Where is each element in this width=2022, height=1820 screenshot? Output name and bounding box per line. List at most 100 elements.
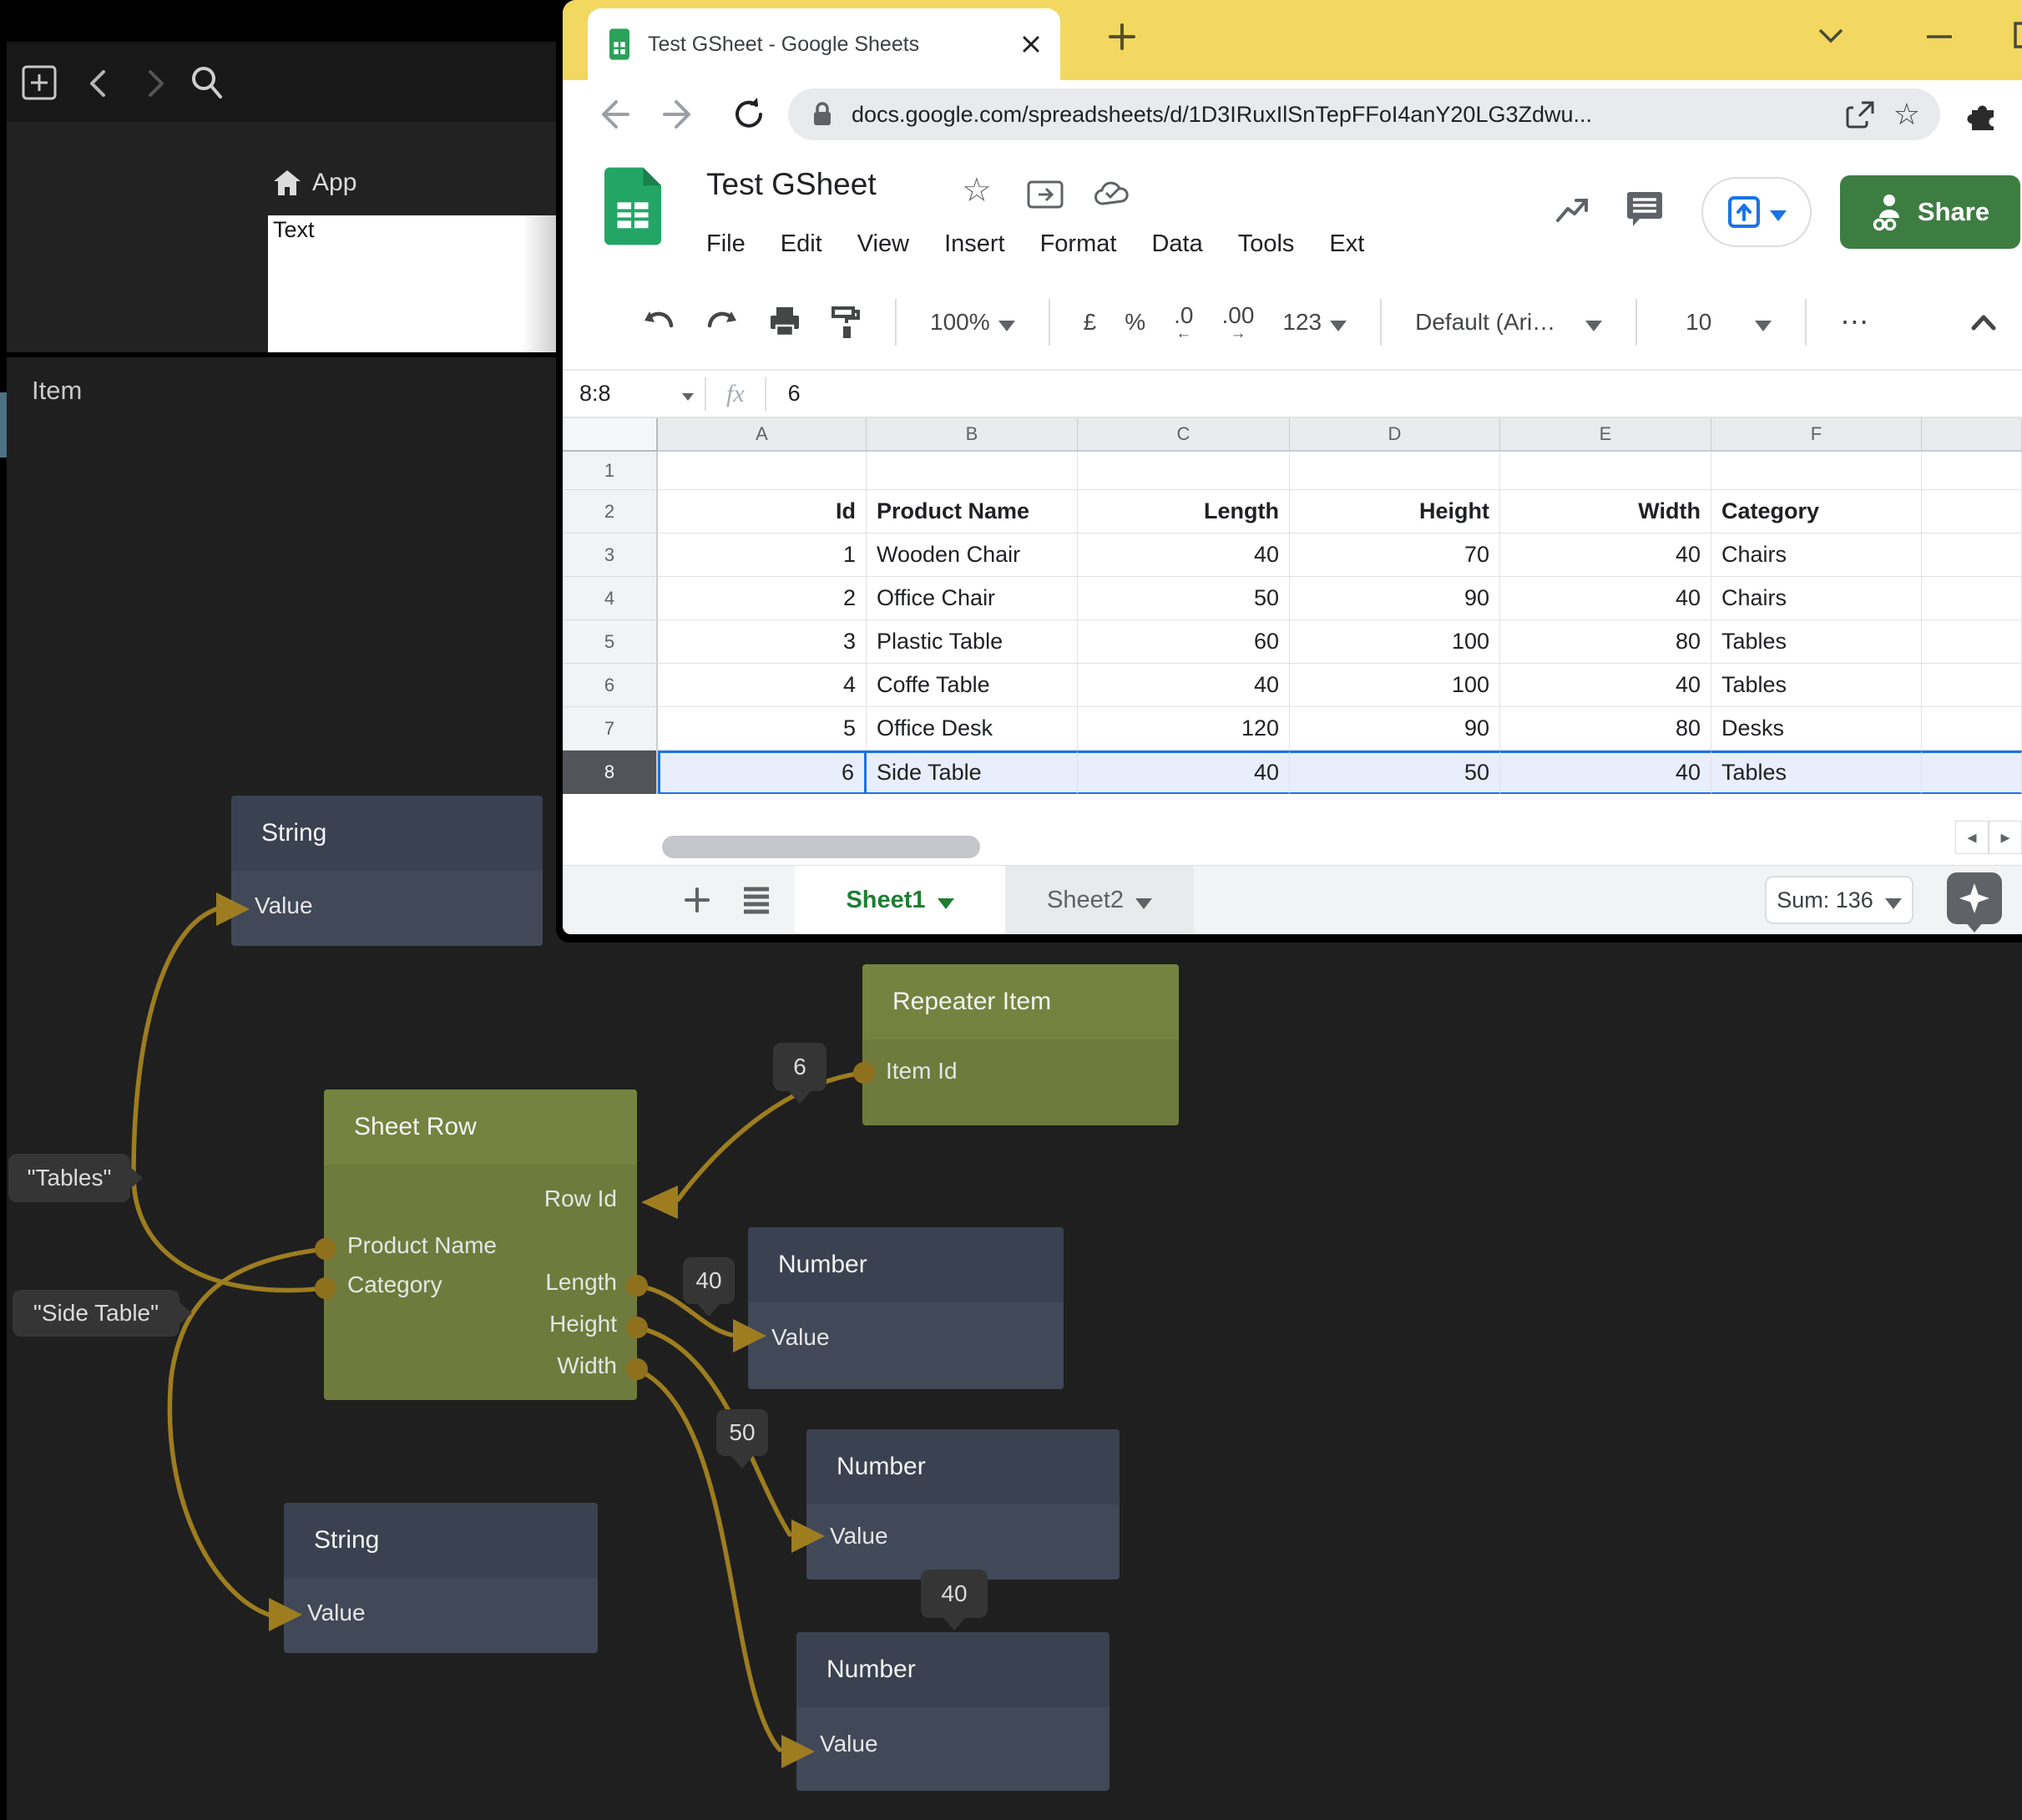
port-length[interactable]: Length: [545, 1269, 617, 1296]
grid-cell[interactable]: Category: [1711, 490, 1922, 533]
grid-cell[interactable]: 70: [1290, 533, 1500, 577]
undo-icon[interactable]: [641, 307, 676, 337]
row-header-2[interactable]: 2: [563, 490, 658, 533]
menu-file[interactable]: File: [706, 230, 746, 258]
grid-cell[interactable]: Id: [658, 490, 867, 533]
row-header-7[interactable]: 7: [563, 707, 658, 751]
grid-cell[interactable]: 60: [1078, 620, 1290, 664]
port-item-id[interactable]: Item Id: [886, 1058, 958, 1084]
formula-input[interactable]: 6: [766, 381, 801, 407]
grid-cell[interactable]: 1: [658, 533, 867, 577]
column-header-B[interactable]: B: [867, 418, 1078, 452]
grid-cell[interactable]: 40: [1078, 664, 1290, 707]
grid-cell[interactable]: 40: [1500, 533, 1711, 577]
node-repeater-item[interactable]: Repeater Item Item Id: [862, 964, 1179, 1125]
tab-sheet2[interactable]: Sheet2: [1005, 866, 1194, 934]
browser-reload-icon[interactable]: [730, 95, 768, 134]
grid-cell[interactable]: 80: [1500, 707, 1711, 751]
zoom-select[interactable]: 100%: [930, 309, 1015, 336]
grid-cell[interactable]: 2: [658, 577, 867, 620]
grid-cell[interactable]: Chairs: [1711, 533, 1922, 577]
grid-cell[interactable]: [1922, 664, 2022, 707]
row-header-5[interactable]: 5: [563, 620, 658, 664]
column-header-E[interactable]: E: [1500, 418, 1711, 452]
port-category[interactable]: Category: [347, 1271, 442, 1298]
grid-cell[interactable]: 40: [1500, 751, 1711, 795]
grid-cell[interactable]: 40: [1500, 664, 1711, 707]
port-value[interactable]: Value: [830, 1523, 888, 1550]
grid-cell[interactable]: 40: [1500, 577, 1711, 620]
grid-cell[interactable]: Desks: [1711, 707, 1922, 751]
grid-cell[interactable]: 6: [658, 751, 867, 795]
sheets-file-icon[interactable]: [604, 167, 661, 245]
port-height[interactable]: Height: [549, 1311, 617, 1337]
share-button[interactable]: Share: [1840, 175, 2020, 249]
grid-corner[interactable]: [563, 418, 658, 452]
spreadsheet-grid[interactable]: ABCDEF12IdProduct NameLengthHeightWidthC…: [563, 418, 2022, 795]
browser-back-icon[interactable]: [593, 95, 631, 134]
menu-tools[interactable]: Tools: [1238, 230, 1295, 258]
bookmark-star-icon[interactable]: ☆: [1893, 99, 1920, 129]
port-value[interactable]: Value: [255, 892, 313, 919]
redo-icon[interactable]: [705, 307, 740, 337]
grid-cell[interactable]: [1711, 452, 1922, 490]
new-frame-icon[interactable]: [20, 63, 58, 102]
present-button[interactable]: [1701, 177, 1812, 247]
grid-cell[interactable]: 100: [1290, 620, 1500, 664]
column-header-C[interactable]: C: [1078, 418, 1290, 452]
grid-cell[interactable]: 40: [1078, 751, 1290, 795]
grid-cell[interactable]: 50: [1078, 577, 1290, 620]
grid-cell[interactable]: Side Table: [867, 751, 1078, 795]
move-folder-icon[interactable]: [1027, 179, 1064, 210]
grid-cell[interactable]: 120: [1078, 707, 1290, 751]
row-header-3[interactable]: 3: [563, 533, 658, 577]
grid-cell[interactable]: 40: [1078, 533, 1290, 577]
font-size-select[interactable]: 10: [1671, 309, 1772, 336]
add-sheet-icon[interactable]: [680, 882, 715, 918]
extensions-puzzle-icon[interactable]: [1965, 99, 1999, 132]
column-header-F[interactable]: F: [1711, 418, 1922, 452]
row-header-8[interactable]: 8: [563, 751, 658, 795]
collapse-toolbar-icon[interactable]: [1967, 310, 2000, 335]
menu-insert[interactable]: Insert: [944, 230, 1005, 258]
column-header-D[interactable]: D: [1290, 418, 1500, 452]
increase-decimals-button[interactable]: .00 →: [1221, 304, 1254, 341]
row-header-1[interactable]: 1: [563, 452, 658, 490]
grid-cell[interactable]: Plastic Table: [867, 620, 1078, 664]
tab-close-icon[interactable]: [1020, 33, 1042, 55]
name-box[interactable]: 8:8: [563, 381, 705, 407]
grid-cell[interactable]: 5: [658, 707, 867, 751]
grid-cell[interactable]: 100: [1290, 664, 1500, 707]
grid-cell[interactable]: Product Name: [867, 490, 1078, 533]
browser-tab[interactable]: Test GSheet - Google Sheets: [588, 8, 1060, 80]
grid-cell[interactable]: [1922, 490, 2022, 533]
tab-sheet1[interactable]: Sheet1: [795, 866, 1005, 934]
column-header-cut[interactable]: [1922, 418, 2022, 452]
present-dropdown-icon[interactable]: [1770, 210, 1787, 221]
format-percent-button[interactable]: %: [1125, 309, 1145, 336]
grid-cell[interactable]: 80: [1500, 620, 1711, 664]
port-row-id[interactable]: Row Id: [544, 1186, 617, 1212]
grid-cell[interactable]: Tables: [1711, 620, 1922, 664]
port-value[interactable]: Value: [307, 1600, 366, 1626]
horizontal-scrollbar[interactable]: [662, 836, 980, 858]
grid-cell[interactable]: [1922, 707, 2022, 751]
sheet1-menu-icon[interactable]: [938, 898, 954, 909]
window-chevron-icon[interactable]: [1813, 20, 1848, 50]
column-header-A[interactable]: A: [658, 418, 867, 452]
all-sheets-icon[interactable]: [740, 884, 773, 916]
more-formats-button[interactable]: 123: [1282, 309, 1347, 336]
share-page-icon[interactable]: [1845, 99, 1875, 129]
port-product-name[interactable]: Product Name: [347, 1232, 497, 1259]
node-number-height[interactable]: Number Value: [806, 1429, 1120, 1580]
menu-view[interactable]: View: [857, 230, 909, 258]
grid-cell[interactable]: Tables: [1711, 751, 1922, 795]
window-maximize-icon[interactable]: [2012, 18, 2022, 52]
grid-cell[interactable]: [1922, 452, 2022, 490]
grid-cell[interactable]: Office Chair: [867, 577, 1078, 620]
port-value[interactable]: Value: [771, 1324, 830, 1351]
forward-icon[interactable]: [142, 67, 170, 100]
window-minimize-icon[interactable]: [1920, 20, 1959, 50]
document-title[interactable]: Test GSheet: [706, 167, 877, 202]
menu-data[interactable]: Data: [1151, 230, 1202, 258]
